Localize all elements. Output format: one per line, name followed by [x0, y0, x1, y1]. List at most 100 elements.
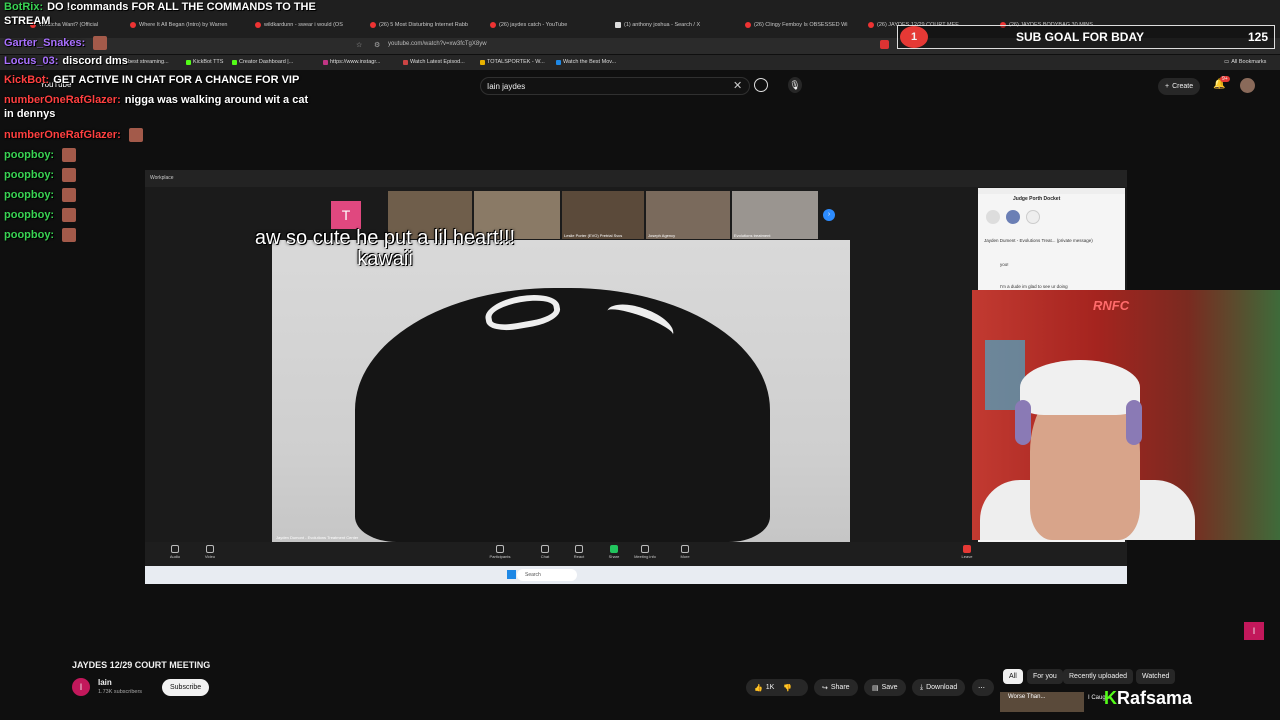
- share-icon: [610, 545, 618, 553]
- zoom-leave-button[interactable]: Leave: [950, 545, 984, 559]
- zoom-more-button[interactable]: More: [668, 545, 702, 559]
- create-label: Create: [1172, 83, 1194, 90]
- participant-avatar: T: [331, 201, 361, 229]
- new-chat-tab[interactable]: [1026, 210, 1040, 224]
- chat-message: poopboy:: [4, 188, 77, 202]
- video-icon: [206, 545, 214, 553]
- zoom-toolbar-label: Meeting info: [634, 554, 656, 559]
- bookmark-item[interactable]: KickBot TTS: [186, 59, 223, 65]
- windows-start-icon[interactable]: [507, 570, 516, 579]
- bookmark-star-icon[interactable]: ☆: [356, 41, 362, 49]
- browser-tab[interactable]: (26) Clingy Femboy Is OBSESSED Wi: [745, 17, 863, 33]
- url-text[interactable]: youtube.com/watch?v=xw3fcTgX8yw: [388, 41, 487, 47]
- browser-tab[interactable]: wildkardunn - swear i would (OS: [255, 17, 373, 33]
- create-button[interactable]: + Create: [1158, 78, 1201, 95]
- neon-sign: RNFC: [1093, 298, 1130, 313]
- sub-goal-count: 125: [1247, 30, 1268, 44]
- tab-favicon-icon: [130, 22, 136, 28]
- folder-icon: ▭: [1224, 59, 1230, 65]
- download-label: Download: [926, 684, 958, 691]
- download-button[interactable]: ⤓ Download: [912, 679, 966, 696]
- bookmark-item[interactable]: https://www.instagr...: [323, 59, 380, 65]
- zoom-video-button[interactable]: Video: [193, 545, 227, 559]
- like-count[interactable]: 1K: [766, 684, 775, 691]
- avatar[interactable]: [1240, 78, 1255, 93]
- browser-tab[interactable]: (26) jaydes catch - YouTube: [490, 17, 608, 33]
- chip-label: Watched: [1142, 673, 1170, 680]
- zoom-audio-button[interactable]: Audio: [158, 545, 192, 559]
- browser-tab[interactable]: (1) anthony joshua - Search / X: [615, 17, 733, 33]
- share-button[interactable]: ↪ Share: [814, 679, 858, 696]
- download-icon: ⤓: [920, 683, 924, 691]
- search-input[interactable]: Iain jaydes: [480, 77, 750, 95]
- chip-recently-uploaded[interactable]: Recently uploaded: [1063, 669, 1133, 684]
- participant-name: Leslie Porter (EVO) Pretrial Svcs: [564, 233, 623, 238]
- bookmark-item[interactable]: Creator Dashboard |...: [232, 59, 293, 65]
- zoom-share-button[interactable]: Share: [597, 545, 631, 559]
- zoom-toolbar-label: Video: [204, 554, 216, 559]
- tab-favicon-icon: [745, 22, 751, 28]
- stream-caption: aw so cute he put a lil heart!!! kawaii: [200, 228, 570, 270]
- react-icon: [575, 545, 583, 553]
- chat-message: numberOneRafGlazer: nigga was walking aro…: [4, 94, 308, 106]
- participant-tile[interactable]: Leslie Porter (EVO) Pretrial Svcs: [562, 191, 644, 239]
- bookmark-item[interactable]: TOTALSPORTEK - W...: [480, 59, 545, 65]
- zoom-app-label: Workplace: [150, 175, 174, 181]
- channel-avatar[interactable]: I: [72, 678, 90, 696]
- chat-message: BotRix: DO !commands FOR ALL THE COMMANDS…: [4, 1, 316, 13]
- thumbs-up-icon[interactable]: 👍: [754, 684, 763, 692]
- microphone-icon[interactable]: 🎙: [788, 77, 802, 93]
- channel-name[interactable]: Iain: [98, 678, 112, 687]
- kick-icon: [232, 59, 237, 65]
- browser-tab[interactable]: Where It All Began (Intro) by Warren: [130, 17, 248, 33]
- recommended-thumbnail[interactable]: Worse Than...: [1000, 692, 1084, 712]
- tab-favicon-icon: [255, 22, 261, 28]
- everyone-tab[interactable]: [986, 210, 1000, 224]
- search-icon[interactable]: [754, 78, 768, 92]
- chip-for-you[interactable]: For you: [1027, 669, 1063, 684]
- save-button[interactable]: ▤ Save: [864, 679, 906, 696]
- all-bookmarks[interactable]: ▭ All Bookmarks: [1224, 59, 1266, 65]
- subscribe-button[interactable]: Subscribe: [162, 679, 210, 696]
- bookmark-item[interactable]: Watch the Best Mov...: [556, 59, 616, 65]
- zoom-meeting-info-button[interactable]: Meeting info: [628, 545, 662, 559]
- chat-username: BotRix:: [4, 1, 44, 13]
- zoom-react-button[interactable]: React: [562, 545, 596, 559]
- chat-username: poopboy:: [4, 228, 55, 241]
- emote-icon: [93, 36, 108, 50]
- participant-tile[interactable]: Joseph Agency: [646, 191, 730, 239]
- panel-title: Judge Porth Docket: [1013, 196, 1061, 202]
- site-icon: [480, 59, 485, 65]
- zoom-participants-button[interactable]: Participants: [483, 545, 517, 559]
- channel-watermark-button[interactable]: I: [1244, 622, 1264, 640]
- emote-icon: [62, 148, 77, 162]
- chat-text: DO !commands FOR ALL THE COMMANDS TO THE: [47, 1, 316, 13]
- zoom-toolbar-label: Chat: [540, 554, 550, 559]
- chat-message: Garter_Snakes:: [4, 36, 108, 50]
- panel-top: [978, 188, 1125, 194]
- bookmarks-bar: best streaming... KickBot TTS Creator Da…: [0, 55, 1280, 70]
- chat-message: numberOneRafGlazer:: [4, 128, 143, 142]
- taskbar-search[interactable]: Search: [517, 569, 577, 581]
- tab-label: (26) 5 Most Disturbing Internet Rabb: [379, 22, 468, 28]
- emote-icon: [62, 228, 77, 242]
- chip-all[interactable]: All: [1003, 669, 1023, 684]
- more-actions-button[interactable]: ⋯: [972, 679, 994, 696]
- chat-username: poopboy:: [4, 188, 55, 201]
- next-page-icon[interactable]: ›: [823, 209, 835, 221]
- thumbs-down-icon[interactable]: 👎: [783, 684, 792, 692]
- emote-icon: [62, 208, 77, 222]
- extension-icon[interactable]: [880, 40, 889, 49]
- emote-icon: [128, 128, 143, 142]
- clear-search-icon[interactable]: ✕: [733, 79, 742, 92]
- windows-taskbar: Search: [145, 566, 1127, 584]
- zoom-chat-button[interactable]: Chat: [528, 545, 562, 559]
- browser-tab[interactable]: (26) 5 Most Disturbing Internet Rabb: [370, 17, 488, 33]
- bookmark-item[interactable]: Watch Latest Episod...: [403, 59, 465, 65]
- chip-watched[interactable]: Watched: [1136, 669, 1176, 684]
- participant-tile[interactable]: Evolutions treatment: [732, 191, 818, 239]
- site-info-icon[interactable]: ⚙: [374, 41, 380, 49]
- bookmark-label: Creator Dashboard |...: [239, 59, 294, 65]
- user-tab[interactable]: [1006, 210, 1020, 224]
- bookmark-item[interactable]: best streaming...: [128, 59, 169, 65]
